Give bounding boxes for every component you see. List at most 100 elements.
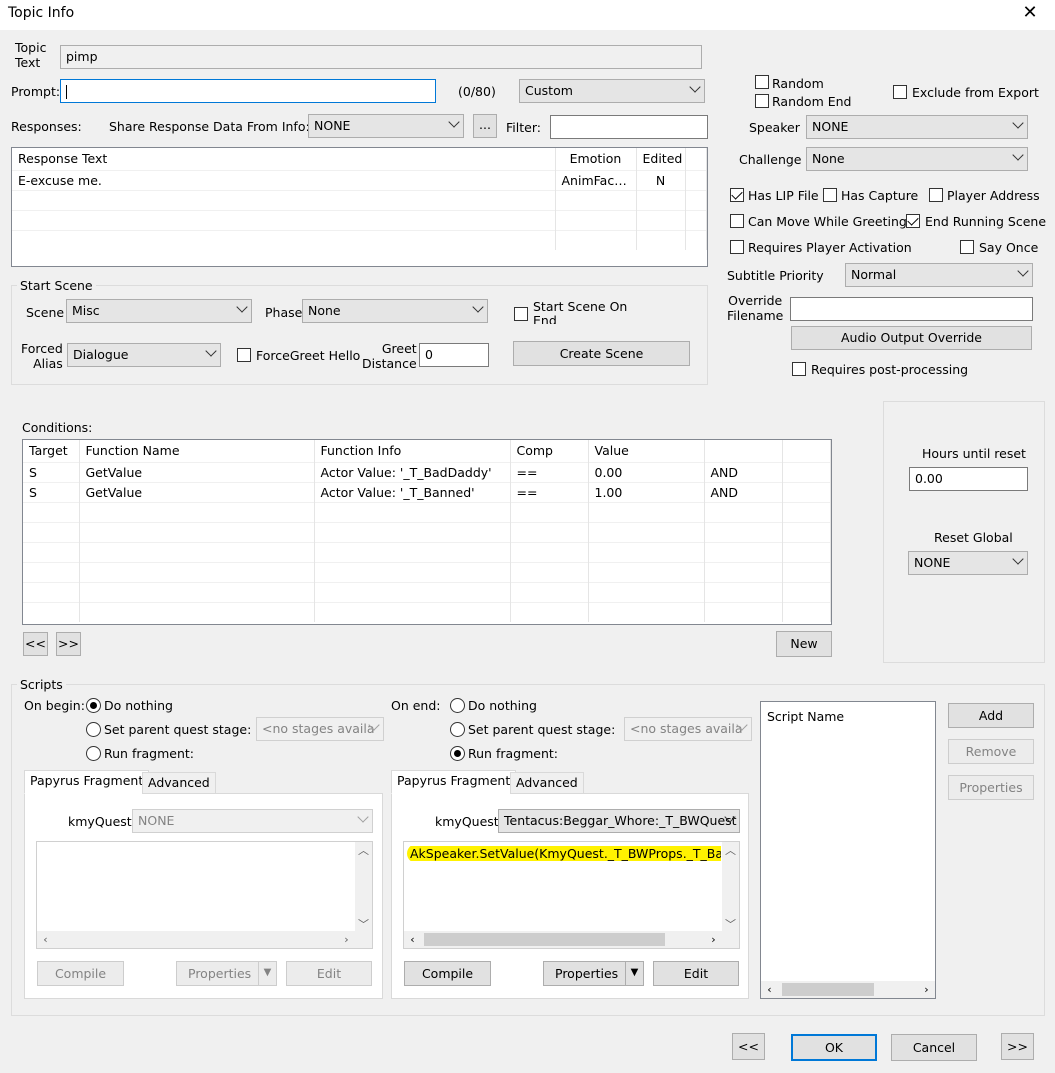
conditions-prev-button[interactable]: << — [23, 632, 48, 656]
script-name-list[interactable]: Script Name ‹ › — [760, 701, 936, 999]
horizontal-scrollbar[interactable]: ‹ › — [404, 931, 739, 948]
ok-button[interactable]: OK — [791, 1034, 877, 1061]
scroll-left-icon[interactable]: ‹ — [404, 931, 421, 948]
random-end-checkbox[interactable] — [755, 94, 769, 108]
begin-edit-button[interactable]: Edit — [286, 961, 372, 986]
has-capture-checkbox[interactable] — [823, 188, 837, 202]
prompt-type-select[interactable]: Custom — [519, 79, 705, 103]
table-row[interactable]: E-excuse me. AnimFace... N — [12, 169, 707, 190]
responses-list[interactable]: Response Text Emotion Edited E-excuse me… — [11, 147, 708, 267]
forcegreet-hello-checkbox[interactable] — [237, 348, 251, 362]
conditions-next-button[interactable]: >> — [56, 632, 81, 656]
audio-output-override-button[interactable]: Audio Output Override — [791, 326, 1032, 350]
share-response-browse-button[interactable]: ... — [473, 114, 497, 138]
scroll-left-icon[interactable]: ‹ — [761, 981, 778, 998]
dropdown-arrow-icon[interactable]: ▼ — [258, 962, 276, 985]
column-header-function-info[interactable]: Function Info — [314, 440, 511, 462]
horizontal-scrollbar[interactable]: ‹ › — [761, 981, 935, 998]
greet-distance-input[interactable]: 0 — [419, 343, 489, 367]
start-scene-on-end-checkbox[interactable] — [514, 307, 528, 321]
challenge-select[interactable]: None — [806, 147, 1028, 171]
exclude-from-export-checkbox[interactable] — [893, 85, 907, 99]
end-edit-button[interactable]: Edit — [653, 961, 739, 986]
begin-compile-button[interactable]: Compile — [37, 961, 124, 986]
begin-fragment-editor[interactable]: ︿ ﹀ ‹ › — [36, 841, 373, 949]
begin-properties-button[interactable]: Properties ▼ — [176, 961, 277, 986]
create-scene-button[interactable]: Create Scene — [513, 341, 690, 366]
new-condition-button[interactable]: New — [776, 631, 832, 657]
has-lip-file-checkbox[interactable] — [730, 188, 744, 202]
column-header-comp[interactable]: Comp — [510, 440, 589, 462]
begin-kmyquest-select[interactable]: NONE — [132, 809, 373, 833]
vertical-scrollbar[interactable]: ︿ ﹀ — [355, 842, 372, 933]
end-running-scene-checkbox[interactable] — [906, 214, 920, 228]
phase-select[interactable]: None — [302, 299, 488, 323]
reset-global-select[interactable]: NONE — [908, 551, 1028, 575]
begin-do-nothing-radio[interactable] — [86, 698, 101, 713]
requires-post-processing-checkbox[interactable] — [792, 362, 806, 376]
column-header-blank — [685, 148, 707, 170]
say-once-checkbox[interactable] — [960, 240, 974, 254]
begin-stage-select[interactable]: <no stages availa — [256, 717, 384, 741]
forced-alias-select[interactable]: Dialogue — [67, 343, 221, 367]
column-header-response-text[interactable]: Response Text — [12, 148, 556, 170]
end-fragment-editor[interactable]: AkSpeaker.SetValue(KmyQuest._T_BWProps._… — [403, 841, 740, 949]
begin-run-fragment-radio[interactable] — [86, 746, 101, 761]
add-script-button[interactable]: Add — [948, 703, 1034, 728]
scroll-right-icon[interactable]: › — [918, 981, 935, 998]
filter-input[interactable] — [550, 115, 708, 139]
requires-player-activation-checkbox[interactable] — [730, 240, 744, 254]
can-move-while-greeting-checkbox[interactable] — [730, 214, 744, 228]
override-filename-input[interactable] — [790, 297, 1033, 321]
end-run-fragment-radio[interactable] — [450, 746, 465, 761]
end-stage-select[interactable]: <no stages availa — [624, 717, 752, 741]
scene-select[interactable]: Misc — [66, 299, 252, 323]
end-do-nothing-radio[interactable] — [450, 698, 465, 713]
dropdown-arrow-icon[interactable]: ▼ — [625, 962, 643, 985]
column-header-operator[interactable] — [704, 440, 783, 462]
horizontal-scrollbar[interactable]: ‹ › — [37, 931, 372, 948]
speaker-select[interactable]: NONE — [806, 115, 1028, 139]
column-header-value[interactable]: Value — [588, 440, 705, 462]
scroll-right-icon[interactable]: › — [705, 931, 722, 948]
column-header-emotion[interactable]: Emotion — [555, 148, 637, 170]
topic-text-field[interactable]: pimp — [60, 45, 702, 69]
horizontal-scroll-thumb[interactable] — [424, 933, 665, 946]
subtitle-priority-value: Normal — [851, 267, 897, 282]
end-properties-button[interactable]: Properties ▼ — [543, 961, 644, 986]
script-properties-button[interactable]: Properties — [948, 775, 1034, 800]
footer-next-button[interactable]: >> — [1001, 1033, 1034, 1060]
table-row[interactable]: S GetValue Actor Value: '_T_Banned' == 1… — [23, 481, 831, 502]
condition-operator-cell: AND — [704, 481, 783, 502]
random-checkbox[interactable] — [755, 75, 769, 89]
begin-set-stage-radio[interactable] — [86, 722, 101, 737]
horizontal-scroll-thumb[interactable] — [782, 983, 874, 996]
end-tab-advanced[interactable]: Advanced — [510, 772, 584, 794]
table-row[interactable]: S GetValue Actor Value: '_T_BadDaddy' ==… — [23, 461, 831, 482]
remove-script-button[interactable]: Remove — [948, 739, 1034, 764]
end-tab-papyrus[interactable]: Papyrus Fragment — [391, 770, 517, 794]
scroll-up-icon[interactable]: ︿ — [355, 842, 372, 859]
cancel-button[interactable]: Cancel — [891, 1034, 977, 1061]
end-compile-button[interactable]: Compile — [404, 961, 491, 986]
prompt-input[interactable] — [60, 79, 436, 103]
player-address-checkbox[interactable] — [929, 188, 943, 202]
begin-tab-papyrus[interactable]: Papyrus Fragment — [24, 770, 150, 794]
column-header-target[interactable]: Target — [23, 440, 80, 462]
footer-prev-button[interactable]: << — [732, 1033, 765, 1060]
end-set-stage-radio[interactable] — [450, 722, 465, 737]
close-icon[interactable]: ✕ — [1015, 0, 1045, 26]
column-header-edited[interactable]: Edited — [636, 148, 686, 170]
column-header-function-name[interactable]: Function Name — [79, 440, 315, 462]
scroll-up-icon[interactable]: ︿ — [722, 842, 739, 859]
scroll-left-icon[interactable]: ‹ — [37, 931, 54, 948]
script-name-header[interactable]: Script Name — [767, 709, 844, 724]
begin-tab-advanced[interactable]: Advanced — [142, 772, 216, 794]
vertical-scrollbar[interactable]: ︿ ﹀ — [722, 842, 739, 933]
subtitle-priority-select[interactable]: Normal — [845, 263, 1033, 287]
scroll-right-icon[interactable]: › — [338, 931, 355, 948]
end-kmyquest-select[interactable]: Tentacus:Beggar_Whore:_T_BWQuest — [498, 809, 740, 833]
hours-until-reset-input[interactable]: 0.00 — [909, 467, 1028, 491]
conditions-list[interactable]: Target Function Name Function Info Comp … — [22, 439, 832, 625]
share-response-select[interactable]: NONE — [308, 114, 464, 138]
